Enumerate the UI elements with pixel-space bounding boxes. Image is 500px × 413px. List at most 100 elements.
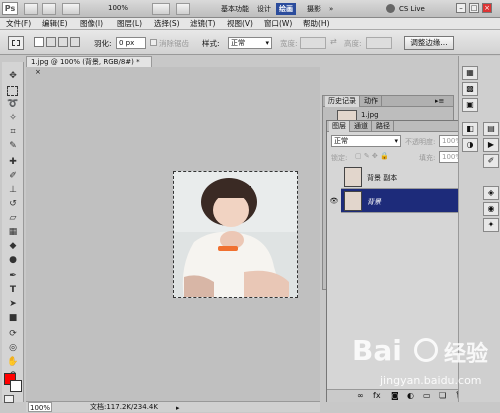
shape-tool-icon[interactable]: ■ xyxy=(7,312,19,324)
blend-mode-select[interactable]: 正常 ▾ xyxy=(331,135,401,147)
menu-select[interactable]: 选择(S) xyxy=(154,19,180,29)
new-selection-icon[interactable] xyxy=(34,37,44,47)
menu-edit[interactable]: 编辑(E) xyxy=(42,19,68,29)
magic-wand-tool-icon[interactable]: ✧ xyxy=(7,112,19,124)
swatches-panel-icon[interactable]: ▩ xyxy=(462,82,478,96)
tab-actions[interactable]: 动作 xyxy=(361,96,382,107)
workspace-photography[interactable]: 摄影 xyxy=(304,3,324,15)
style-label: 样式: xyxy=(202,39,220,48)
tool-preset-picker[interactable] xyxy=(8,36,24,50)
masks-panel-icon[interactable]: ◑ xyxy=(462,138,478,152)
tab-channels[interactable]: 通道 xyxy=(351,121,372,132)
menu-window[interactable]: 窗口(W) xyxy=(264,19,292,29)
gradient-tool-icon[interactable]: ▦ xyxy=(7,226,19,238)
antialias-checkbox[interactable] xyxy=(150,39,157,46)
close-tab-icon[interactable]: × xyxy=(35,68,41,76)
document-title: 1.jpg @ 100% (背景, RGB/8#) * xyxy=(31,58,140,66)
brush-tool-icon[interactable]: ✐ xyxy=(7,170,19,182)
3d-orbit-tool-icon[interactable]: ◎ xyxy=(7,342,19,354)
add-to-selection-icon[interactable] xyxy=(46,37,56,47)
3d-rotate-tool-icon[interactable]: ⟳ xyxy=(7,328,19,340)
layers-tab-bar: 图层 通道 路径 ≡ xyxy=(327,121,475,132)
tab-history[interactable]: 历史记录 xyxy=(325,96,360,107)
history-snapshot-name[interactable]: 1.jpg xyxy=(361,111,379,119)
status-zoom[interactable]: 100% xyxy=(28,402,52,412)
history-panel-icon[interactable]: ▤ xyxy=(483,122,499,136)
eyedropper-tool-icon[interactable]: ✎ xyxy=(7,140,19,152)
actions-panel-icon[interactable]: ▶ xyxy=(483,138,499,152)
mini-bridge-button[interactable] xyxy=(42,3,56,15)
document-tab[interactable]: 1.jpg @ 100% (背景, RGB/8#) * × xyxy=(26,56,152,76)
layer-row-background-copy[interactable]: 背景 副本 xyxy=(341,165,475,189)
cs-live-menu[interactable]: CS Live xyxy=(399,3,460,15)
feather-input[interactable]: 0 px xyxy=(116,37,146,49)
menu-image[interactable]: 图像(I) xyxy=(80,19,103,29)
path-selection-tool-icon[interactable]: ➤ xyxy=(7,298,19,310)
rect-marquee-icon xyxy=(12,40,20,46)
layers-panel-icon[interactable]: ◈ xyxy=(483,186,499,200)
healing-brush-tool-icon[interactable]: ✚ xyxy=(7,156,19,168)
extras-button[interactable] xyxy=(62,3,80,15)
brush-panel-icon[interactable]: ✐ xyxy=(483,154,499,168)
workspace-more[interactable]: » xyxy=(326,3,336,15)
intersect-selection-icon[interactable] xyxy=(70,37,80,47)
menu-view[interactable]: 视图(V) xyxy=(227,19,253,29)
quick-mask-icon[interactable] xyxy=(4,395,14,403)
screen-mode-button[interactable] xyxy=(176,3,190,15)
layer-row-background[interactable]: 背景 ▪ xyxy=(341,189,475,213)
tab-layers[interactable]: 图层 xyxy=(329,121,350,132)
type-tool-icon[interactable]: T xyxy=(7,284,19,296)
menu-filter[interactable]: 滤镜(T) xyxy=(190,19,215,29)
marquee-tool-icon[interactable] xyxy=(7,86,18,96)
zoom-level[interactable]: 100% xyxy=(108,4,128,12)
menu-help[interactable]: 帮助(H) xyxy=(303,19,330,29)
menu-file[interactable]: 文件(F) xyxy=(6,19,31,29)
clone-stamp-tool-icon[interactable]: ⊥ xyxy=(7,184,19,196)
maximize-button[interactable]: □ xyxy=(469,3,479,13)
paths-panel-icon[interactable]: ✦ xyxy=(483,218,499,232)
crop-tool-icon[interactable]: ⌗ xyxy=(7,126,19,138)
panel-menu-icon[interactable]: ▸≡ xyxy=(435,97,444,105)
color-panel-icon[interactable]: ▦ xyxy=(462,66,478,80)
blur-tool-icon[interactable]: ◆ xyxy=(7,240,19,252)
menu-layer[interactable]: 图层(L) xyxy=(117,19,142,29)
swap-icon[interactable]: ⇄ xyxy=(330,37,337,46)
feather-label: 羽化: xyxy=(94,39,112,48)
move-tool-icon[interactable]: ✥ xyxy=(7,70,19,82)
lasso-tool-icon[interactable]: ➰ xyxy=(7,98,19,110)
close-button[interactable]: × xyxy=(482,3,492,13)
opacity-label: 不透明度: xyxy=(405,138,436,146)
arrange-documents-button[interactable] xyxy=(152,3,170,15)
eraser-tool-icon[interactable]: ▱ xyxy=(7,212,19,224)
chevron-down-icon: ▾ xyxy=(394,137,398,145)
workspace-design[interactable]: 设计 xyxy=(254,3,274,15)
pen-tool-icon[interactable]: ✒ xyxy=(7,270,19,282)
workspace-painting[interactable]: 绘画 xyxy=(276,3,296,15)
dodge-tool-icon[interactable]: ● xyxy=(7,254,19,266)
fill-label: 填充: xyxy=(419,154,436,162)
refine-edge-button[interactable]: 调整边缘... xyxy=(404,36,454,50)
styles-panel-icon[interactable]: ▣ xyxy=(462,98,478,112)
status-doc-size[interactable]: 文档:117.2K/234.4K xyxy=(90,402,158,412)
visibility-toggle-empty[interactable] xyxy=(329,165,339,189)
layer-name[interactable]: 背景 xyxy=(367,197,381,207)
subtract-selection-icon[interactable] xyxy=(58,37,68,47)
layer-name[interactable]: 背景 副本 xyxy=(367,173,397,183)
channels-panel-icon[interactable]: ◉ xyxy=(483,202,499,216)
eye-icon[interactable]: 👁 xyxy=(329,189,339,213)
bridge-button[interactable] xyxy=(24,3,38,15)
history-brush-tool-icon[interactable]: ↺ xyxy=(7,198,19,210)
height-input[interactable] xyxy=(366,37,392,49)
workspace-essentials[interactable]: 基本功能 xyxy=(218,3,252,15)
hand-tool-icon[interactable]: ✋ xyxy=(7,356,19,368)
photo-image[interactable] xyxy=(173,171,298,298)
chevron-down-icon: ▾ xyxy=(265,39,269,47)
width-input[interactable] xyxy=(300,37,326,49)
adjustments-panel-icon[interactable]: ◧ xyxy=(462,122,478,136)
style-select[interactable]: 正常 ▾ xyxy=(228,37,272,49)
tab-paths[interactable]: 路径 xyxy=(373,121,394,132)
height-label: 高度: xyxy=(344,39,362,48)
lock-icons[interactable]: ▢ ✎ ✥ 🔒 xyxy=(355,152,389,160)
minimize-button[interactable]: – xyxy=(456,3,466,13)
background-color-swatch[interactable] xyxy=(10,380,22,392)
